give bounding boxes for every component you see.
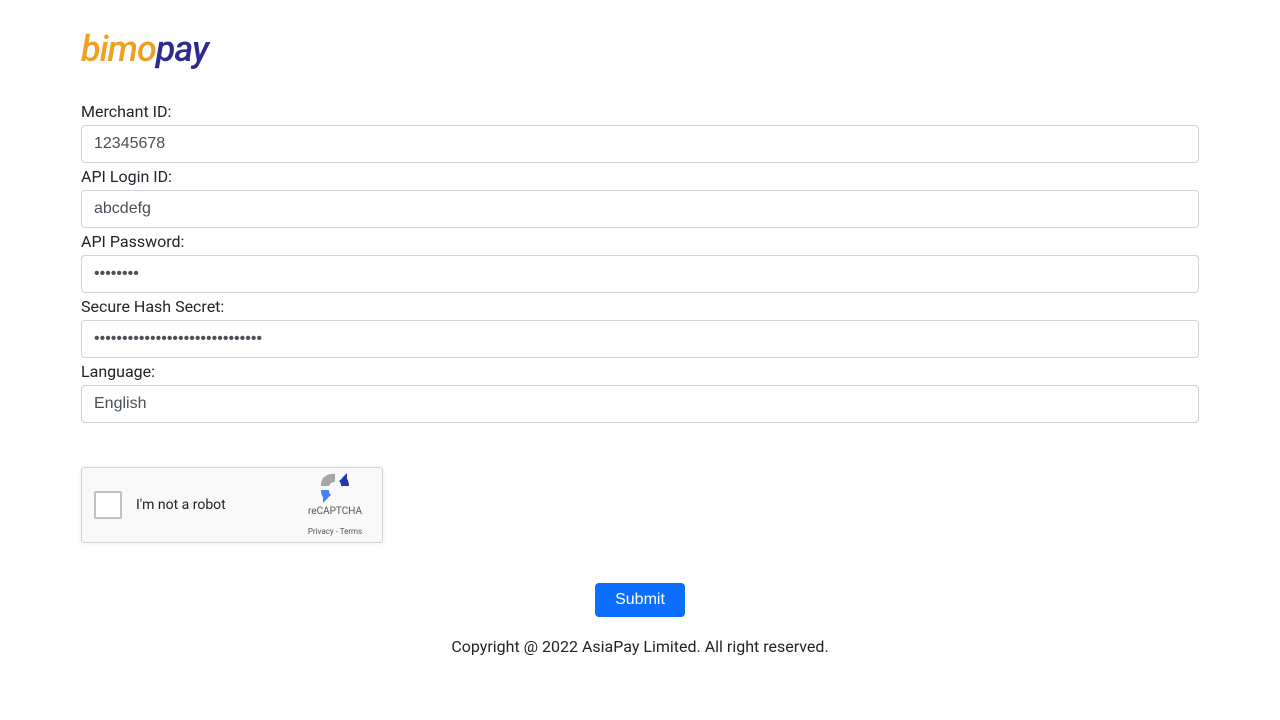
recaptcha-brand: reCAPTCHA xyxy=(300,506,370,517)
logo-part2: pay xyxy=(156,28,208,70)
recaptcha-terms-link[interactable]: Terms xyxy=(340,527,362,536)
recaptcha-widget: I'm not a robot reCAPTCHA Privacy - Term… xyxy=(81,467,383,543)
recaptcha-privacy-link[interactable]: Privacy xyxy=(308,527,334,536)
api-login-id-label: API Login ID: xyxy=(81,167,1199,186)
api-login-id-input[interactable] xyxy=(81,190,1199,228)
merchant-id-input[interactable] xyxy=(81,125,1199,163)
language-label: Language: xyxy=(81,362,1199,381)
recaptcha-icon xyxy=(319,472,351,504)
recaptcha-checkbox[interactable] xyxy=(94,491,122,519)
api-password-input[interactable] xyxy=(81,255,1199,293)
footer-copyright: Copyright @ 2022 AsiaPay Limited. All ri… xyxy=(81,637,1199,656)
language-select[interactable]: English xyxy=(81,385,1199,423)
logo-part1: bimo xyxy=(81,28,156,70)
secure-hash-secret-label: Secure Hash Secret: xyxy=(81,297,1199,316)
recaptcha-label: I'm not a robot xyxy=(136,497,300,513)
submit-button[interactable]: Submit xyxy=(595,583,685,617)
logo: bimopay xyxy=(81,28,1199,70)
merchant-id-label: Merchant ID: xyxy=(81,102,1199,121)
secure-hash-secret-input[interactable] xyxy=(81,320,1199,358)
api-password-label: API Password: xyxy=(81,232,1199,251)
